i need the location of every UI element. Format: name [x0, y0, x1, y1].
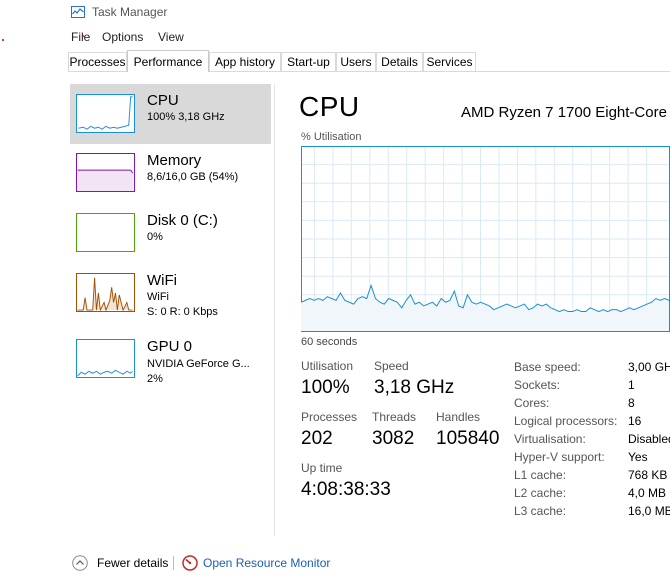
sidebar-wifi-title: WiFi	[147, 272, 177, 289]
cpu-utilisation-graph	[301, 146, 670, 332]
utilisation-value: 100%	[301, 377, 350, 398]
spec-value: 8	[628, 396, 635, 410]
handles-value: 105840	[436, 428, 500, 449]
utilisation-label: Utilisation	[301, 359, 354, 373]
spec-key: L2 cache:	[514, 486, 567, 500]
chevron-up-icon[interactable]	[72, 555, 88, 571]
graph-time-label: 60 seconds	[301, 336, 358, 348]
sidebar-separator	[274, 84, 275, 536]
speed-label: Speed	[374, 359, 409, 373]
sidebar-item-memory[interactable]: Memory 8,6/16,0 GB (54%)	[70, 144, 271, 204]
sidebar-item-wifi[interactable]: WiFi WiFi S: 0 R: 0 Kbps	[70, 264, 271, 324]
disk-thumbnail-graph	[76, 213, 135, 252]
menu-options[interactable]: Options	[102, 30, 143, 44]
spec-key: Base speed:	[514, 360, 581, 374]
cpu-thumbnail-graph	[76, 94, 135, 133]
sidebar-item-cpu[interactable]: CPU 100% 3,18 GHz	[70, 84, 271, 144]
processes-label: Processes	[301, 410, 358, 424]
spec-key: L1 cache:	[514, 468, 567, 482]
spec-value: 1	[628, 378, 635, 392]
tab-details[interactable]: Details	[376, 52, 423, 71]
tab-app-history[interactable]: App history	[209, 52, 281, 71]
fewer-details-link[interactable]: Fewer details	[97, 556, 168, 570]
marker-dot	[82, 35, 84, 37]
uptime-value: 4:08:38:33	[301, 479, 391, 500]
spec-value: Disabled	[628, 432, 670, 446]
spec-value: Yes	[628, 450, 648, 464]
sidebar-gpu-sub2: 2%	[147, 373, 163, 385]
graph-label: % Utilisation	[301, 131, 362, 143]
window-title: Task Manager	[92, 5, 168, 19]
sidebar-cpu-sub: 100% 3,18 GHz	[147, 111, 225, 123]
uptime-label: Up time	[301, 461, 343, 475]
spec-key: Virtualisation:	[514, 432, 586, 446]
wifi-thumbnail-graph	[76, 273, 135, 312]
spec-key: Sockets:	[514, 378, 561, 392]
cpu-model-name: AMD Ryzen 7 1700 Eight-Core	[461, 104, 667, 121]
spec-value: 768 KB	[628, 468, 668, 482]
sidebar-disk-title: Disk 0 (C:)	[147, 212, 218, 229]
menu-bar: File Options View	[0, 28, 670, 46]
spec-key: Logical processors:	[514, 414, 618, 428]
title-bar: Task Manager	[0, 0, 670, 24]
tab-processes[interactable]: Processes	[68, 52, 127, 71]
sidebar-disk-sub: 0%	[147, 231, 163, 243]
memory-thumbnail-graph	[76, 153, 135, 192]
processes-value: 202	[301, 428, 333, 449]
footer-bar: Fewer details Open Resource Monitor	[0, 552, 670, 576]
tab-performance[interactable]: Performance	[127, 50, 209, 72]
handles-label: Handles	[436, 410, 481, 424]
spec-value: 4,0 MB	[628, 486, 667, 500]
sidebar-cpu-title: CPU	[147, 92, 179, 109]
menu-view[interactable]: View	[158, 30, 184, 44]
sidebar-wifi-sub2: S: 0 R: 0 Kbps	[147, 306, 218, 318]
spec-key: Hyper-V support:	[514, 450, 605, 464]
spec-value: 3,00 GHz	[628, 360, 670, 374]
spec-key: Cores:	[514, 396, 550, 410]
sidebar-gpu-sub1: NVIDIA GeForce G...	[147, 358, 250, 370]
spec-value: 16,0 MB	[628, 504, 670, 518]
footer-separator	[173, 556, 174, 570]
task-manager-icon	[71, 6, 85, 18]
spec-value: 16	[628, 414, 642, 428]
tab-startup[interactable]: Start-up	[281, 52, 336, 71]
speed-value: 3,18 GHz	[374, 377, 455, 398]
spec-key: L3 cache:	[514, 504, 567, 518]
sidebar-memory-title: Memory	[147, 152, 202, 169]
menu-file[interactable]: File	[71, 30, 90, 44]
gpu-thumbnail-graph	[76, 339, 135, 378]
sidebar-item-gpu[interactable]: GPU 0 NVIDIA GeForce G... 2%	[70, 330, 271, 390]
tab-services[interactable]: Services	[423, 52, 476, 71]
open-resource-monitor-link[interactable]: Open Resource Monitor	[203, 556, 330, 570]
resource-monitor-icon[interactable]	[182, 555, 198, 571]
tab-users[interactable]: Users	[336, 52, 376, 71]
sidebar-gpu-title: GPU 0	[147, 338, 193, 355]
sidebar-memory-sub: 8,6/16,0 GB (54%)	[147, 171, 239, 183]
page-title: CPU	[299, 91, 360, 122]
threads-value: 3082	[372, 428, 415, 449]
sidebar-wifi-sub1: WiFi	[147, 291, 169, 303]
threads-label: Threads	[372, 410, 417, 424]
sidebar-item-disk[interactable]: Disk 0 (C:) 0%	[70, 204, 271, 264]
